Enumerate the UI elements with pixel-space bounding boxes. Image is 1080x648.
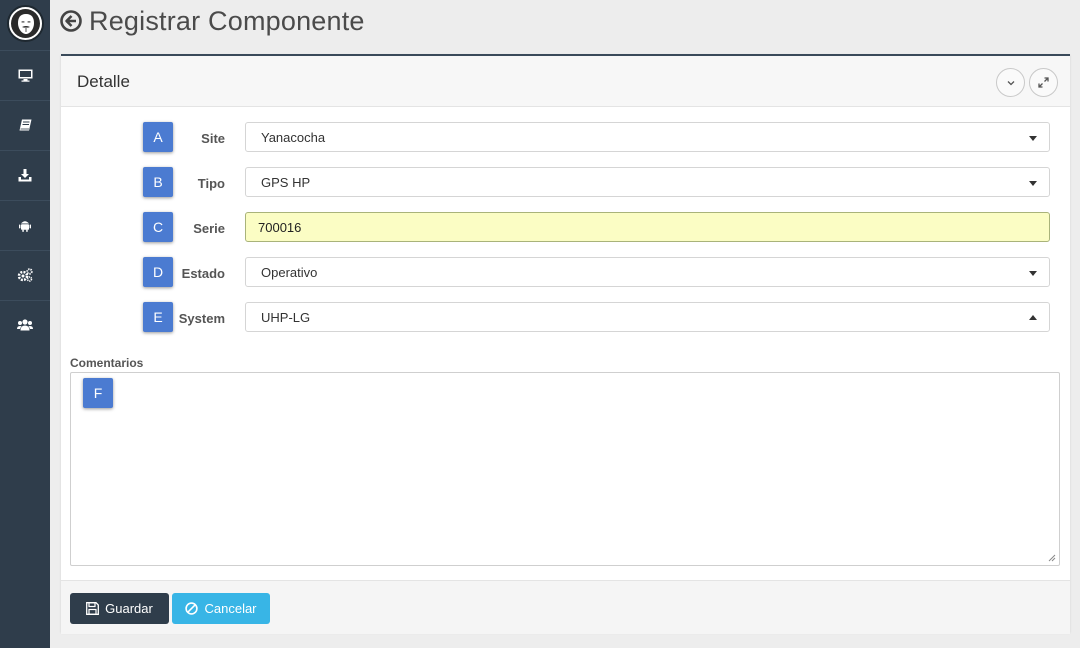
tipo-select[interactable]: GPS HP bbox=[245, 167, 1050, 197]
expand-icon bbox=[1038, 77, 1049, 88]
badge-c: C bbox=[143, 212, 173, 242]
app-logo[interactable] bbox=[7, 5, 44, 42]
sidebar-item-android[interactable] bbox=[0, 200, 50, 249]
caret-down-icon bbox=[1029, 271, 1037, 276]
resize-grip-icon[interactable] bbox=[1048, 554, 1056, 562]
book-icon bbox=[19, 119, 31, 131]
estado-value: Operativo bbox=[261, 264, 318, 280]
system-label: System bbox=[178, 311, 225, 326]
cancel-button-label: Cancelar bbox=[204, 601, 257, 616]
form-row-tipo: B Tipo GPS HP bbox=[61, 167, 1070, 197]
badge-e: E bbox=[143, 302, 173, 332]
panel-title: Detalle bbox=[77, 72, 130, 91]
save-button-label: Guardar bbox=[105, 601, 153, 616]
form-row-system: E System UHP-LG bbox=[61, 302, 1070, 332]
collapse-button[interactable] bbox=[996, 68, 1025, 97]
site-value: Yanacocha bbox=[261, 129, 326, 145]
cancel-button[interactable]: Cancelar bbox=[172, 593, 270, 624]
desktop-icon bbox=[18, 69, 32, 82]
form-row-estado: D Estado Operativo bbox=[61, 257, 1070, 287]
gears-icon bbox=[17, 268, 33, 282]
site-select[interactable]: Yanacocha bbox=[245, 122, 1050, 152]
users-icon bbox=[17, 319, 33, 331]
panel-header: Detalle bbox=[61, 56, 1070, 107]
detail-panel: Detalle A Site Yanacocha B Tipo GPS HP C… bbox=[61, 54, 1070, 634]
estado-select[interactable]: Operativo bbox=[245, 257, 1050, 287]
form-row-serie: C Serie bbox=[61, 212, 1070, 242]
serie-input[interactable] bbox=[245, 212, 1050, 242]
sidebar bbox=[0, 0, 50, 648]
sidebar-item-download[interactable] bbox=[0, 150, 50, 199]
floppy-disk-icon bbox=[86, 602, 100, 615]
sidebar-item-book[interactable] bbox=[0, 100, 50, 149]
back-arrow-icon[interactable] bbox=[60, 10, 82, 32]
android-icon bbox=[19, 220, 31, 232]
tipo-value: GPS HP bbox=[261, 174, 311, 190]
sidebar-item-desktop[interactable] bbox=[0, 50, 50, 99]
serie-label: Serie bbox=[193, 221, 225, 236]
system-value: UHP-LG bbox=[261, 309, 311, 325]
sidebar-item-gears[interactable] bbox=[0, 250, 50, 299]
panel-footer: Guardar Cancelar bbox=[61, 580, 1070, 634]
anonymous-mask-logo bbox=[11, 9, 40, 38]
page-title: Registrar Componente bbox=[89, 5, 365, 36]
system-select[interactable]: UHP-LG bbox=[245, 302, 1050, 332]
form-row-site: A Site Yanacocha bbox=[61, 122, 1070, 152]
caret-down-icon bbox=[1029, 181, 1037, 186]
download-icon bbox=[18, 168, 32, 181]
collapse-icon bbox=[1007, 80, 1014, 85]
estado-label: Estado bbox=[181, 266, 225, 281]
page-header: Registrar Componente bbox=[60, 4, 365, 38]
expand-button[interactable] bbox=[1029, 68, 1058, 97]
caret-up-icon bbox=[1029, 315, 1037, 320]
tipo-label: Tipo bbox=[197, 176, 225, 191]
comentarios-label: Comentarios bbox=[70, 356, 144, 370]
comentarios-textarea[interactable] bbox=[70, 372, 1060, 566]
badge-f: F bbox=[83, 378, 113, 408]
sidebar-item-users[interactable] bbox=[0, 300, 50, 349]
badge-a: A bbox=[143, 122, 173, 152]
site-label: Site bbox=[201, 131, 225, 146]
caret-down-icon bbox=[1029, 136, 1037, 141]
save-button[interactable]: Guardar bbox=[70, 593, 169, 624]
badge-b: B bbox=[143, 167, 173, 197]
ban-icon bbox=[185, 602, 199, 615]
badge-d: D bbox=[143, 257, 173, 287]
